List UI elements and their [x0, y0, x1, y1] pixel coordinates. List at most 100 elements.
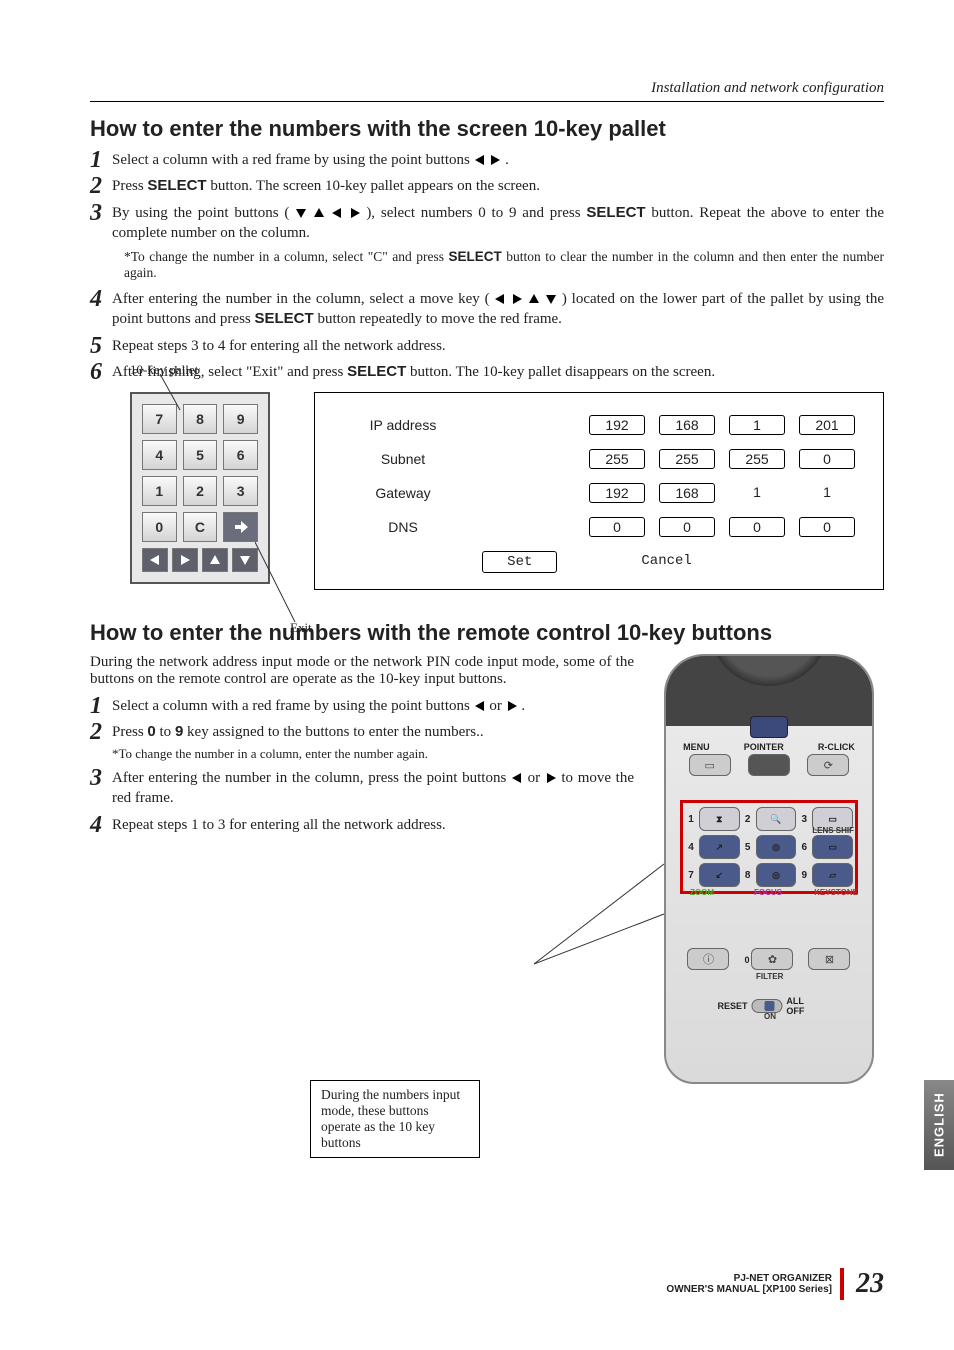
num-5-button[interactable]: ◎ — [756, 835, 797, 859]
step-number: 4 — [90, 283, 102, 315]
triangle-left-icon — [474, 700, 486, 712]
key-move-up[interactable] — [202, 548, 228, 572]
num-6-label: 6 — [798, 835, 810, 859]
info-button[interactable]: ⓘ — [687, 948, 729, 970]
chapter-header: Installation and network configuration — [90, 80, 884, 102]
step2-text-a: Press — [112, 178, 147, 194]
row-gateway: Gateway 192 168 1 1 — [343, 483, 855, 503]
r-step-4: 4 Repeat steps 1 to 3 for entering all t… — [90, 815, 634, 835]
key-move-right[interactable] — [172, 548, 198, 572]
gw-oct2[interactable]: 168 — [659, 483, 715, 503]
step3-text-a: By using the point buttons ( — [112, 205, 289, 221]
num-3-label: 3 — [798, 807, 810, 831]
num-2-button[interactable]: 🔍 — [756, 807, 797, 831]
pallet-figure: 10-key pallet 7 8 9 4 5 6 1 2 3 0 C E — [90, 392, 290, 584]
label-gateway: Gateway — [343, 485, 463, 501]
triangle-right-icon — [545, 772, 557, 784]
subnet-oct4[interactable]: 0 — [799, 449, 855, 469]
language-tab: ENGLISH — [924, 1080, 954, 1170]
ip-oct4[interactable]: 201 — [799, 415, 855, 435]
num-1-button[interactable]: ⧗ — [699, 807, 740, 831]
dns-oct3[interactable]: 0 — [729, 517, 785, 537]
exit-arrow-icon — [233, 519, 249, 535]
step-number: 6 — [90, 356, 102, 388]
ip-oct1[interactable]: 192 — [589, 415, 645, 435]
alloff-label: ALL OFF — [786, 996, 820, 1016]
triangle-right-icon — [489, 154, 501, 166]
select-label: SELECT — [449, 249, 502, 264]
key-0[interactable]: 0 — [142, 512, 177, 542]
step-6: 6 After finishing, select "Exit" and pre… — [90, 362, 884, 382]
step2-text-b: button. The screen 10-key pallet appears… — [207, 178, 540, 194]
menu-button[interactable]: ▭ — [689, 754, 731, 776]
intro-remote: During the network address input mode or… — [90, 654, 634, 688]
key-move-left[interactable] — [142, 548, 168, 572]
step-number: 4 — [90, 809, 102, 841]
dns-oct1[interactable]: 0 — [589, 517, 645, 537]
r-step-3: 3 After entering the number in the colum… — [90, 768, 634, 809]
ip-oct3[interactable]: 1 — [729, 415, 785, 435]
key-6[interactable]: 6 — [223, 440, 258, 470]
key-4[interactable]: 4 — [142, 440, 177, 470]
subnet-oct2[interactable]: 255 — [659, 449, 715, 469]
num-7-button[interactable]: ↙ — [699, 863, 740, 887]
num-8-label: 8 — [742, 863, 754, 887]
rclick-button[interactable]: ⟳ — [807, 754, 849, 776]
step1-text-b: . — [505, 152, 509, 168]
label-dns: DNS — [343, 519, 463, 535]
num-0-button[interactable]: ✿ — [751, 948, 793, 970]
dns-oct2[interactable]: 0 — [659, 517, 715, 537]
step-number: 2 — [90, 716, 102, 748]
triangle-right-icon — [506, 700, 518, 712]
key-5[interactable]: 5 — [183, 440, 218, 470]
label-subnet: Subnet — [343, 451, 463, 467]
key-9[interactable]: 9 — [223, 404, 258, 434]
step-1: 1 Select a column with a red frame by us… — [90, 150, 884, 170]
triangle-right-icon — [349, 207, 361, 219]
step6-text-b: button. The 10-key pallet disappears on … — [406, 364, 715, 380]
step-3: 3 By using the point buttons ( ), select… — [90, 203, 884, 244]
triangle-left-icon — [331, 207, 343, 219]
r3-a: After entering the number in the column,… — [112, 770, 511, 786]
r-step-2: 2 Press 0 to 9 key assigned to the butto… — [90, 722, 634, 762]
row-subnet: Subnet 255 255 255 0 — [343, 449, 855, 469]
key-c[interactable]: C — [183, 512, 218, 542]
pointer-button[interactable] — [748, 754, 790, 776]
select-label: SELECT — [586, 204, 645, 221]
dns-oct4[interactable]: 0 — [799, 517, 855, 537]
focus-label: FOCUS — [754, 888, 782, 897]
key-exit[interactable] — [223, 512, 258, 542]
num-9-label: 9 — [798, 863, 810, 887]
remote-row1-labels: MENU POINTER R-CLICK — [666, 742, 872, 752]
select-label: SELECT — [147, 177, 206, 194]
num-9-button[interactable]: ▱ — [812, 863, 853, 887]
gw-oct3[interactable]: 1 — [729, 483, 785, 503]
zoom-label: ZOOM — [690, 888, 714, 897]
ip-oct2[interactable]: 168 — [659, 415, 715, 435]
step-number: 3 — [90, 197, 102, 229]
note-a: *To change the number in a column, selec… — [124, 249, 449, 264]
select-label: SELECT — [347, 363, 406, 380]
subnet-oct3[interactable]: 255 — [729, 449, 785, 469]
step3-text-b: ), select numbers 0 to 9 and press — [366, 205, 586, 221]
r2-b: to — [156, 724, 175, 740]
gw-oct4[interactable]: 1 — [799, 483, 855, 503]
select-label: SELECT — [255, 310, 314, 327]
cancel-button[interactable]: Cancel — [617, 551, 715, 573]
filter-label: FILTER — [756, 972, 783, 981]
key-1[interactable]: 1 — [142, 476, 177, 506]
gw-oct1[interactable]: 192 — [589, 483, 645, 503]
step5-text: Repeat steps 3 to 4 for entering all the… — [112, 338, 446, 354]
blank-button[interactable]: ⊠ — [808, 948, 850, 970]
num-6-button[interactable]: ▭ — [812, 835, 853, 859]
heading-10key-pallet: How to enter the numbers with the screen… — [90, 116, 884, 142]
num-4-button[interactable]: ↗ — [699, 835, 740, 859]
r3-b: or — [528, 770, 545, 786]
subnet-oct1[interactable]: 255 — [589, 449, 645, 469]
key-3[interactable]: 3 — [223, 476, 258, 506]
key-2[interactable]: 2 — [183, 476, 218, 506]
footer-line1: PJ-NET ORGANIZER — [666, 1273, 832, 1284]
num-8-button[interactable]: ◎ — [756, 863, 797, 887]
set-button[interactable]: Set — [482, 551, 557, 573]
leader-line-icon — [150, 374, 190, 414]
